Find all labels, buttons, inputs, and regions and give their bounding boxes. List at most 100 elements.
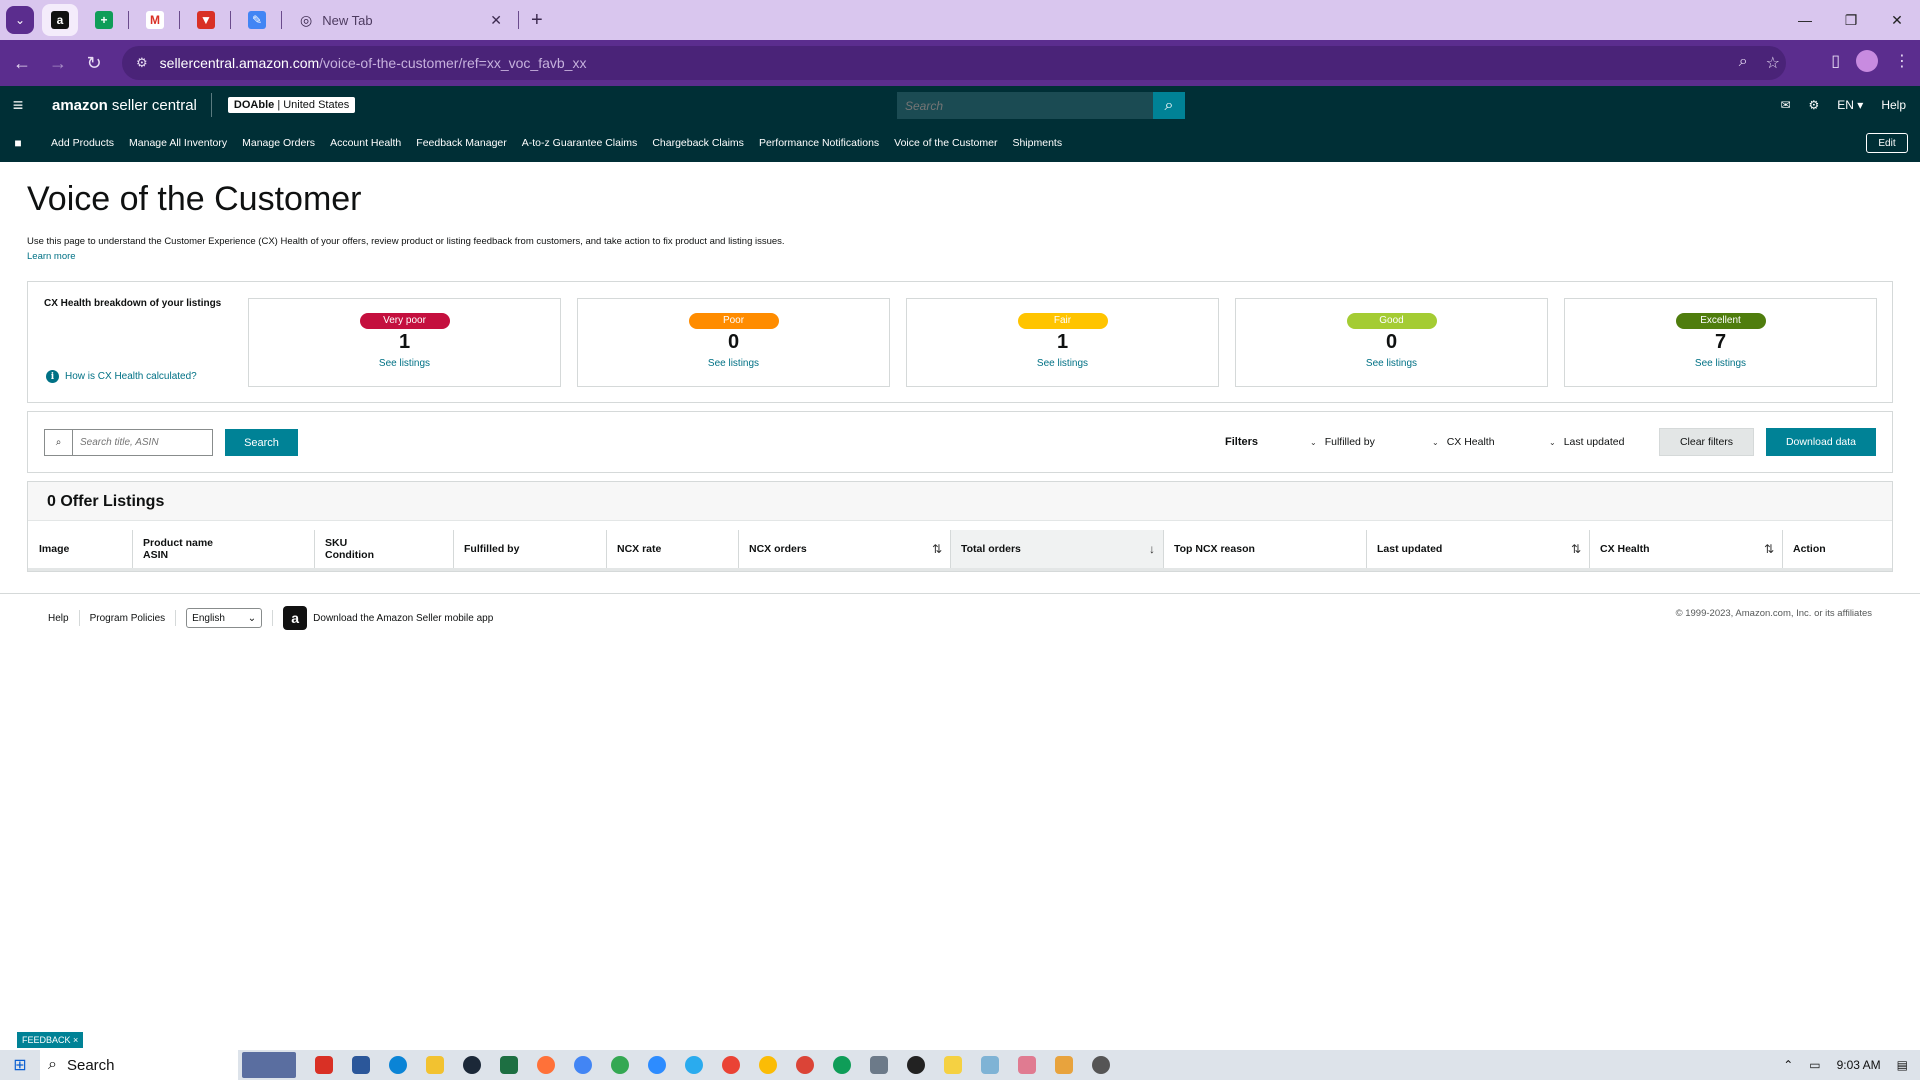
pinned-tab-sheets[interactable]: + — [86, 4, 122, 36]
cx-health-help-link[interactable]: How is CX Health calculated? — [65, 371, 197, 382]
steam-icon[interactable] — [463, 1056, 481, 1074]
pinned-tab-app[interactable]: ▼ — [188, 4, 224, 36]
new-tab-plus-icon[interactable]: + — [531, 9, 543, 32]
settings-gear-icon[interactable] — [1092, 1056, 1110, 1074]
minimize-icon[interactable]: — — [1782, 0, 1828, 40]
bookmark-star-icon[interactable]: ☆ — [1766, 53, 1780, 73]
see-listings-link[interactable]: See listings — [578, 358, 889, 369]
chrome-icon[interactable] — [833, 1056, 851, 1074]
hamburger-menu-icon[interactable]: ≡ — [0, 95, 36, 116]
gear-icon[interactable]: ⚙ — [1809, 98, 1820, 112]
col-sku[interactable]: SKU Condition — [314, 530, 453, 568]
nav-account-health[interactable]: Account Health — [330, 137, 401, 149]
taskbar-app-icon[interactable] — [352, 1056, 370, 1074]
restore-icon[interactable]: ❐ — [1828, 0, 1874, 40]
chrome-icon[interactable] — [796, 1056, 814, 1074]
zoom-icon[interactable]: ⌕ — [1739, 53, 1748, 73]
edit-nav-button[interactable]: Edit — [1866, 133, 1908, 153]
cx-health-help[interactable]: i How is CX Health calculated? — [46, 370, 197, 383]
notepad-icon[interactable] — [981, 1056, 999, 1074]
chrome-icon[interactable] — [611, 1056, 629, 1074]
firefox-icon[interactable] — [537, 1056, 555, 1074]
col-last-updated[interactable]: Last updated ⇅ — [1366, 530, 1589, 568]
nav-manage-all-inventory[interactable]: Manage All Inventory — [129, 137, 227, 149]
sort-icon[interactable]: ⇅ — [1764, 542, 1774, 556]
menu-kebab-icon[interactable]: ⋮ — [1894, 51, 1910, 71]
edge-icon[interactable] — [389, 1056, 407, 1074]
sort-desc-arrow-icon[interactable]: ↓ — [1149, 542, 1155, 556]
learn-more-link[interactable]: Learn more — [27, 251, 76, 262]
col-total-orders[interactable]: Total orders ↓ — [950, 530, 1163, 568]
sticky-notes-icon[interactable] — [944, 1056, 962, 1074]
language-selector[interactable]: EN ▾ — [1837, 98, 1863, 112]
battery-icon[interactable]: ▭ — [1809, 1058, 1820, 1072]
col-cx-health[interactable]: CX Health ⇅ — [1589, 530, 1782, 568]
pinned-tab-gmail[interactable]: M — [137, 4, 173, 36]
zoom-app-icon[interactable] — [648, 1056, 666, 1074]
clear-filters-button[interactable]: Clear filters — [1659, 428, 1754, 456]
nav-manage-orders[interactable]: Manage Orders — [242, 137, 315, 149]
taskbar-app-icon[interactable] — [315, 1056, 333, 1074]
chrome-icon[interactable] — [722, 1056, 740, 1074]
nav-voice-of-the-customer[interactable]: Voice of the Customer — [894, 137, 997, 149]
cx-health-dropdown[interactable]: ⌄ CX Health — [1432, 436, 1495, 448]
nav-feedback-manager[interactable]: Feedback Manager — [416, 137, 506, 149]
amazon-app-icon[interactable]: a — [283, 606, 308, 630]
tab-search-dropdown[interactable]: ⌄ — [6, 6, 34, 34]
search-highlight-image[interactable] — [242, 1052, 296, 1078]
chrome-icon[interactable] — [574, 1056, 592, 1074]
language-select[interactable]: English ⌄ — [186, 608, 263, 628]
col-ncx-rate[interactable]: NCX rate — [606, 530, 738, 568]
sort-icon[interactable]: ⇅ — [932, 542, 942, 556]
see-listings-link[interactable]: See listings — [249, 358, 560, 369]
feedback-button[interactable]: FEEDBACK × — [17, 1032, 84, 1048]
seller-central-logo[interactable]: amazon seller central — [52, 93, 212, 117]
side-panel-icon[interactable]: ▯ — [1831, 51, 1840, 71]
tab-new-tab[interactable]: ◎ New Tab ✕ — [290, 4, 512, 36]
sort-icon[interactable]: ⇅ — [1571, 542, 1581, 556]
taskbar-app-icon[interactable] — [1055, 1056, 1073, 1074]
see-listings-link[interactable]: See listings — [907, 358, 1218, 369]
col-fulfilled-by[interactable]: Fulfilled by — [453, 530, 606, 568]
file-explorer-icon[interactable] — [426, 1056, 444, 1074]
help-link[interactable]: Help — [1881, 98, 1906, 112]
program-policies-link[interactable]: Program Policies — [90, 613, 166, 624]
mail-icon[interactable]: ✉ — [1780, 98, 1790, 112]
excel-icon[interactable] — [500, 1056, 518, 1074]
global-search-button[interactable]: ⌕ — [1153, 92, 1185, 119]
clock[interactable]: 9:03 AM — [1837, 1058, 1881, 1072]
chrome-icon[interactable] — [759, 1056, 777, 1074]
paint-icon[interactable] — [1018, 1056, 1036, 1074]
calculator-icon[interactable] — [870, 1056, 888, 1074]
global-search-input[interactable] — [897, 92, 1153, 119]
last-updated-dropdown[interactable]: ⌄ Last updated — [1549, 436, 1624, 448]
search-button[interactable]: Search — [225, 429, 298, 456]
close-window-icon[interactable]: ✕ — [1874, 0, 1920, 40]
footer-help-link[interactable]: Help — [48, 613, 69, 624]
bookmark-icon[interactable]: ■ — [0, 136, 36, 150]
reload-icon[interactable]: ↻ — [76, 53, 112, 74]
see-listings-link[interactable]: See listings — [1565, 358, 1876, 369]
col-top-ncx-reason[interactable]: Top NCX reason — [1163, 530, 1366, 568]
windows-start-icon[interactable]: ⊞ — [0, 1055, 40, 1075]
close-tab-icon[interactable]: ✕ — [490, 12, 502, 29]
pinned-tab-amazon[interactable]: a — [42, 4, 78, 36]
notifications-icon[interactable]: ▤ — [1897, 1058, 1908, 1072]
taskbar-app-icon[interactable] — [907, 1056, 925, 1074]
store-switcher[interactable]: DOAble | United States — [227, 97, 356, 113]
pinned-tab-tool[interactable]: ✎ — [239, 4, 275, 36]
taskbar-search[interactable]: ⌕ Search — [40, 1050, 238, 1080]
nav-add-products[interactable]: Add Products — [51, 137, 114, 149]
download-data-button[interactable]: Download data — [1766, 428, 1876, 456]
col-ncx-orders[interactable]: NCX orders ⇅ — [738, 530, 950, 568]
back-icon[interactable]: ← — [4, 53, 40, 74]
see-listings-link[interactable]: See listings — [1236, 358, 1547, 369]
listing-search-input[interactable] — [72, 429, 213, 456]
forward-icon[interactable]: → — [40, 53, 76, 74]
col-product-name[interactable]: Product name ASIN — [132, 530, 314, 568]
address-bar[interactable]: ⚙ sellercentral.amazon.com/voice-of-the-… — [122, 46, 1786, 80]
nav-shipments[interactable]: Shipments — [1012, 137, 1062, 149]
profile-avatar[interactable] — [1856, 50, 1878, 72]
nav-atoz-claims[interactable]: A-to-z Guarantee Claims — [522, 137, 638, 149]
site-info-icon[interactable]: ⚙ — [136, 55, 148, 71]
